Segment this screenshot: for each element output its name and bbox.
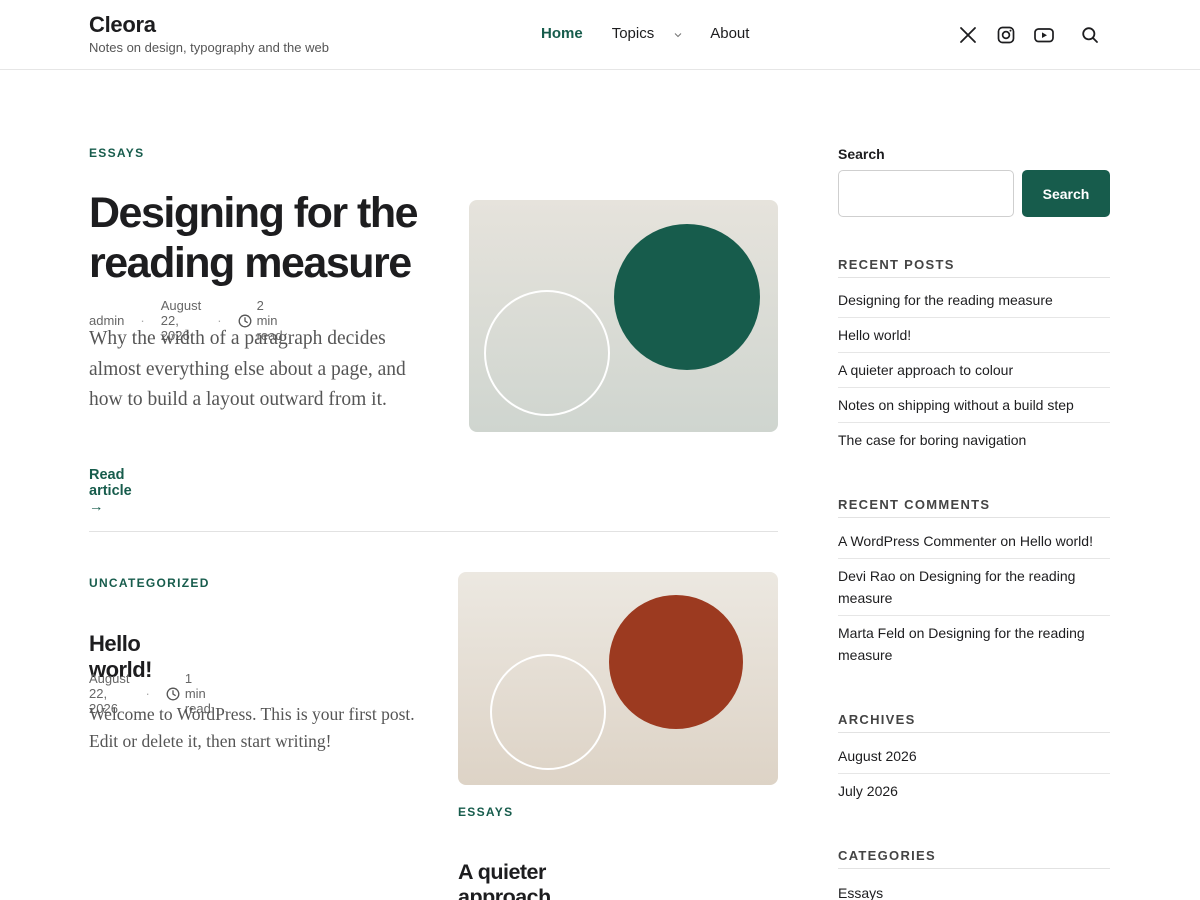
search-input[interactable] (838, 170, 1014, 217)
site-tagline: Notes on design, typography and the web (89, 40, 329, 55)
nav-topics[interactable]: Topics (612, 25, 655, 42)
clock-icon (166, 687, 180, 701)
instagram-icon[interactable] (995, 24, 1017, 46)
list-item[interactable]: Hello world! (838, 318, 1110, 353)
recent-posts-heading: RECENT POSTS (838, 257, 1110, 278)
comment-on: on (1000, 533, 1016, 549)
header-icons (957, 24, 1101, 46)
x-icon[interactable] (957, 24, 979, 46)
comment-on: on (908, 625, 925, 641)
list-item[interactable]: July 2026 (838, 774, 1110, 808)
post-category[interactable]: ESSAYS (89, 146, 144, 160)
comment-item: A WordPress Commenter on Hello world! (838, 524, 1110, 559)
post-excerpt: Why the width of a paragraph decides alm… (89, 328, 406, 410)
list-item[interactable]: The case for boring navigation (838, 423, 1110, 457)
search-button[interactable]: Search (1022, 170, 1110, 217)
categories-list: Essays (838, 876, 1110, 900)
archives-list: August 2026 July 2026 (838, 739, 1110, 808)
recent-comments-list: A WordPress Commenter on Hello world! De… (838, 524, 1110, 672)
youtube-icon[interactable] (1033, 24, 1055, 46)
post-thumbnail[interactable] (469, 200, 778, 432)
nav-home[interactable]: Home (541, 25, 583, 42)
post-category[interactable]: ESSAYS (458, 805, 513, 819)
post-title[interactable]: Designing for the reading measure (89, 188, 449, 288)
list-item[interactable]: August 2026 (838, 739, 1110, 774)
site-header: Cleora Notes on design, typography and t… (0, 0, 1200, 70)
comment-author[interactable]: A WordPress Commenter (838, 533, 996, 549)
comment-author[interactable]: Marta Feld (838, 625, 905, 641)
archives-heading: ARCHIVES (838, 712, 1110, 733)
post-title[interactable]: A quieter approach to colour (458, 860, 551, 900)
post-excerpt: Welcome to WordPress. This is your first… (89, 704, 415, 751)
list-item[interactable]: Essays (838, 876, 1110, 900)
comment-post-link[interactable]: Hello world! (1020, 533, 1093, 549)
recent-comments-heading: RECENT COMMENTS (838, 497, 1110, 518)
list-item[interactable]: Designing for the reading measure (838, 283, 1110, 318)
comment-item: Devi Rao on Designing for the reading me… (838, 559, 1110, 616)
primary-nav: Home Topics About (541, 25, 749, 42)
comment-item: Marta Feld on Designing for the reading … (838, 616, 1110, 672)
comment-on: on (899, 568, 916, 584)
recent-posts-list: Designing for the reading measure Hello … (838, 283, 1110, 457)
list-item[interactable]: A quieter approach to colour (838, 353, 1110, 388)
categories-heading: CATEGORIES (838, 848, 1110, 869)
post-category[interactable]: UNCATEGORIZED (89, 576, 210, 590)
search-label: Search (838, 146, 885, 162)
read-article-link[interactable]: Read article → (89, 467, 132, 515)
comment-author[interactable]: Devi Rao (838, 568, 896, 584)
search-icon[interactable] (1079, 24, 1101, 46)
site-title[interactable]: Cleora (89, 12, 156, 38)
list-item[interactable]: Notes on shipping without a build step (838, 388, 1110, 423)
nav-about[interactable]: About (710, 25, 749, 42)
post-divider (89, 531, 778, 532)
post-thumbnail[interactable] (458, 572, 778, 785)
meta-separator: · (145, 686, 150, 701)
chevron-down-icon[interactable] (672, 28, 684, 40)
